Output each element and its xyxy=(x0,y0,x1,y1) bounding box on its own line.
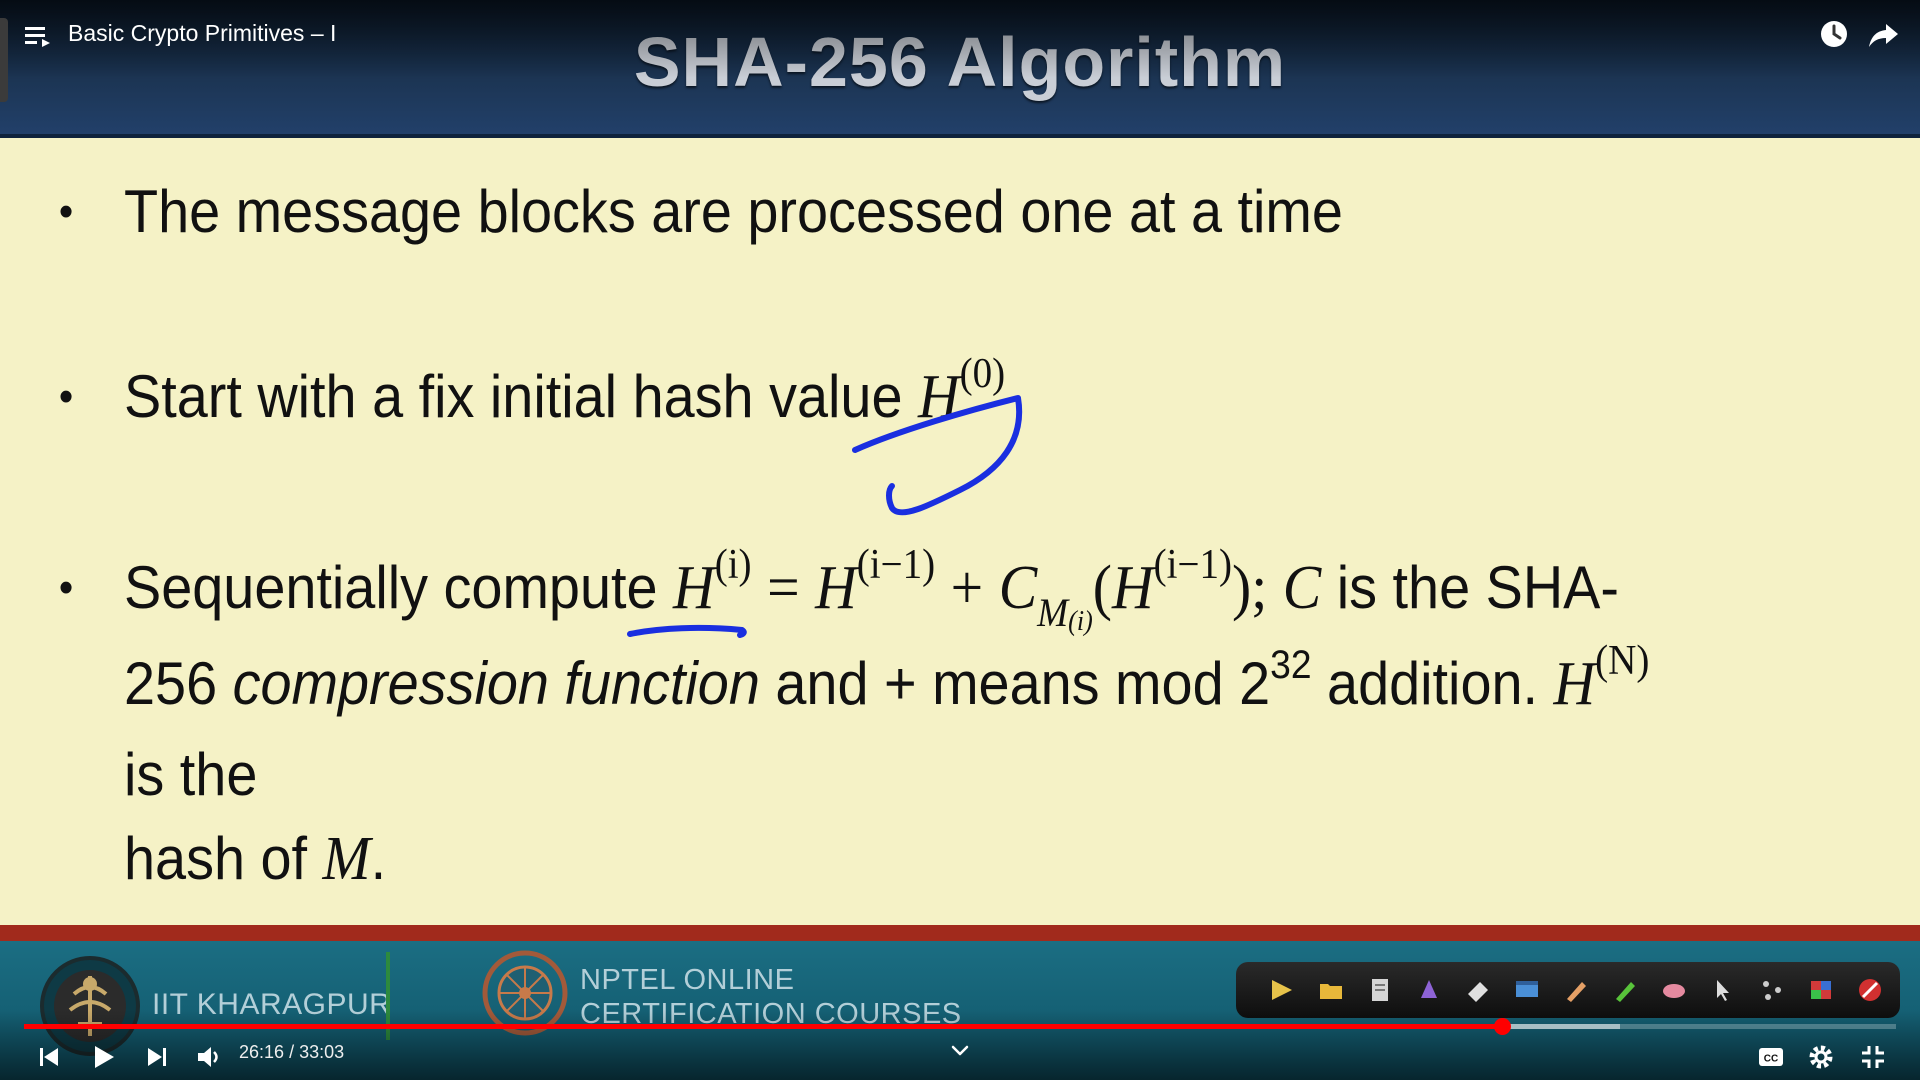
previous-button[interactable] xyxy=(32,1040,66,1074)
progress-bar[interactable] xyxy=(24,1018,1896,1035)
captions-button[interactable]: CC xyxy=(1754,1040,1788,1074)
math-equals: = xyxy=(767,554,800,622)
share-icon[interactable] xyxy=(1866,18,1900,52)
playlist-icon[interactable] xyxy=(22,20,54,52)
volume-button[interactable] xyxy=(192,1040,226,1074)
math-h: H xyxy=(815,554,857,622)
bullet-list: • The message blocks are processed one a… xyxy=(0,0,1920,920)
math-superscript: (i−1) xyxy=(1153,542,1233,588)
math-h: H xyxy=(1553,650,1596,718)
fullscreen-exit-icon xyxy=(1862,1046,1884,1068)
play-button[interactable] xyxy=(86,1040,120,1074)
math-c: C xyxy=(998,554,1038,622)
math-superscript: (N) xyxy=(1595,638,1650,684)
math-m: M xyxy=(322,825,371,893)
nptel-line-1: NPTEL ONLINE xyxy=(580,964,795,996)
progress-scrubber-handle[interactable] xyxy=(1494,1018,1512,1035)
bullet-dot: • xyxy=(58,563,74,612)
math-c: C xyxy=(1282,554,1322,622)
progress-played xyxy=(24,1024,1503,1029)
math-superscript: (0) xyxy=(959,351,1006,397)
next-icon xyxy=(148,1048,166,1066)
fullscreen-exit-button[interactable] xyxy=(1856,1040,1890,1074)
bullet-text: The message blocks are processed one at … xyxy=(124,178,1343,245)
bullet-initial-hash: • Start with a fix initial hash value H(… xyxy=(59,351,1705,446)
bullet-dot: • xyxy=(58,187,74,236)
page-tool-icon[interactable] xyxy=(1362,972,1398,1008)
previous-icon xyxy=(40,1048,58,1066)
video-title[interactable]: Basic Crypto Primitives – I xyxy=(68,20,336,47)
time-current: 26:16 xyxy=(239,1042,285,1062)
settings-tool-icon[interactable] xyxy=(1754,972,1790,1008)
footer-stripe xyxy=(0,925,1920,941)
math-close-paren: ); xyxy=(1232,554,1268,622)
math-sub-superscript: (i) xyxy=(1068,606,1093,637)
bullet-text: hash of xyxy=(124,825,308,892)
bullet-dot: • xyxy=(58,372,74,421)
marker-tool-icon[interactable] xyxy=(1411,972,1447,1008)
play-icon xyxy=(95,1046,114,1068)
bullet-message-blocks: • The message blocks are processed one a… xyxy=(59,170,1705,254)
close-tool-icon[interactable] xyxy=(1852,972,1888,1008)
bullet-text: addition. xyxy=(1327,650,1539,717)
bullet-text: is the SHA- xyxy=(1336,554,1619,621)
time-total: 33:03 xyxy=(299,1042,345,1062)
bullet-text: Sequentially compute xyxy=(124,554,658,621)
lecture-slide: SHA-256 Algorithm • The message blocks a… xyxy=(0,0,1920,1080)
svg-text:CC: CC xyxy=(1764,1054,1778,1065)
math-plus: + xyxy=(950,554,984,622)
math-h: H xyxy=(673,554,715,622)
math-h: H xyxy=(1111,554,1154,622)
math-superscript: (i) xyxy=(714,542,752,588)
math-h: H xyxy=(917,363,960,431)
math-m: M xyxy=(1037,590,1069,635)
screen-tool-icon[interactable] xyxy=(1509,972,1545,1008)
chevron-down-icon[interactable] xyxy=(948,1038,972,1062)
captions-icon: CC xyxy=(1759,1048,1783,1066)
time-display: 26:16 / 33:03 xyxy=(239,1042,344,1063)
arrow-tool-icon[interactable] xyxy=(1264,972,1300,1008)
settings-icon xyxy=(1809,1045,1833,1069)
left-edge-handle[interactable] xyxy=(0,18,8,102)
time-separator: / xyxy=(289,1042,295,1062)
bullet-text: 256 xyxy=(124,650,218,717)
clear-tool-icon[interactable] xyxy=(1656,972,1692,1008)
bullet-text: Start with a fix initial hash value xyxy=(124,363,903,430)
math-open-paren: ( xyxy=(1092,554,1112,622)
eraser-tool-icon[interactable] xyxy=(1460,972,1496,1008)
math-exponent: 32 xyxy=(1270,643,1312,687)
pointer-tool-icon[interactable] xyxy=(1705,972,1741,1008)
math-subscript: M(i) xyxy=(1037,590,1093,637)
bullet-text: and + means mod 2 xyxy=(775,650,1271,717)
color-palette-icon[interactable] xyxy=(1803,972,1839,1008)
bullet-text-italic: compression function xyxy=(232,650,760,717)
highlighter-tool-icon[interactable] xyxy=(1607,972,1643,1008)
settings-button[interactable] xyxy=(1804,1040,1838,1074)
bullet-text: is the xyxy=(124,741,258,808)
bullet-sequential-compute: • Sequentially compute H(i) = H(i−1) + C… xyxy=(59,542,1705,901)
folder-tool-icon[interactable] xyxy=(1313,972,1349,1008)
bullet-text: . xyxy=(370,825,387,892)
volume-icon xyxy=(198,1047,218,1067)
next-button[interactable] xyxy=(140,1040,174,1074)
clock-icon[interactable] xyxy=(1818,18,1850,50)
math-superscript: (i−1) xyxy=(856,542,936,588)
pen-tool-icon[interactable] xyxy=(1558,972,1594,1008)
